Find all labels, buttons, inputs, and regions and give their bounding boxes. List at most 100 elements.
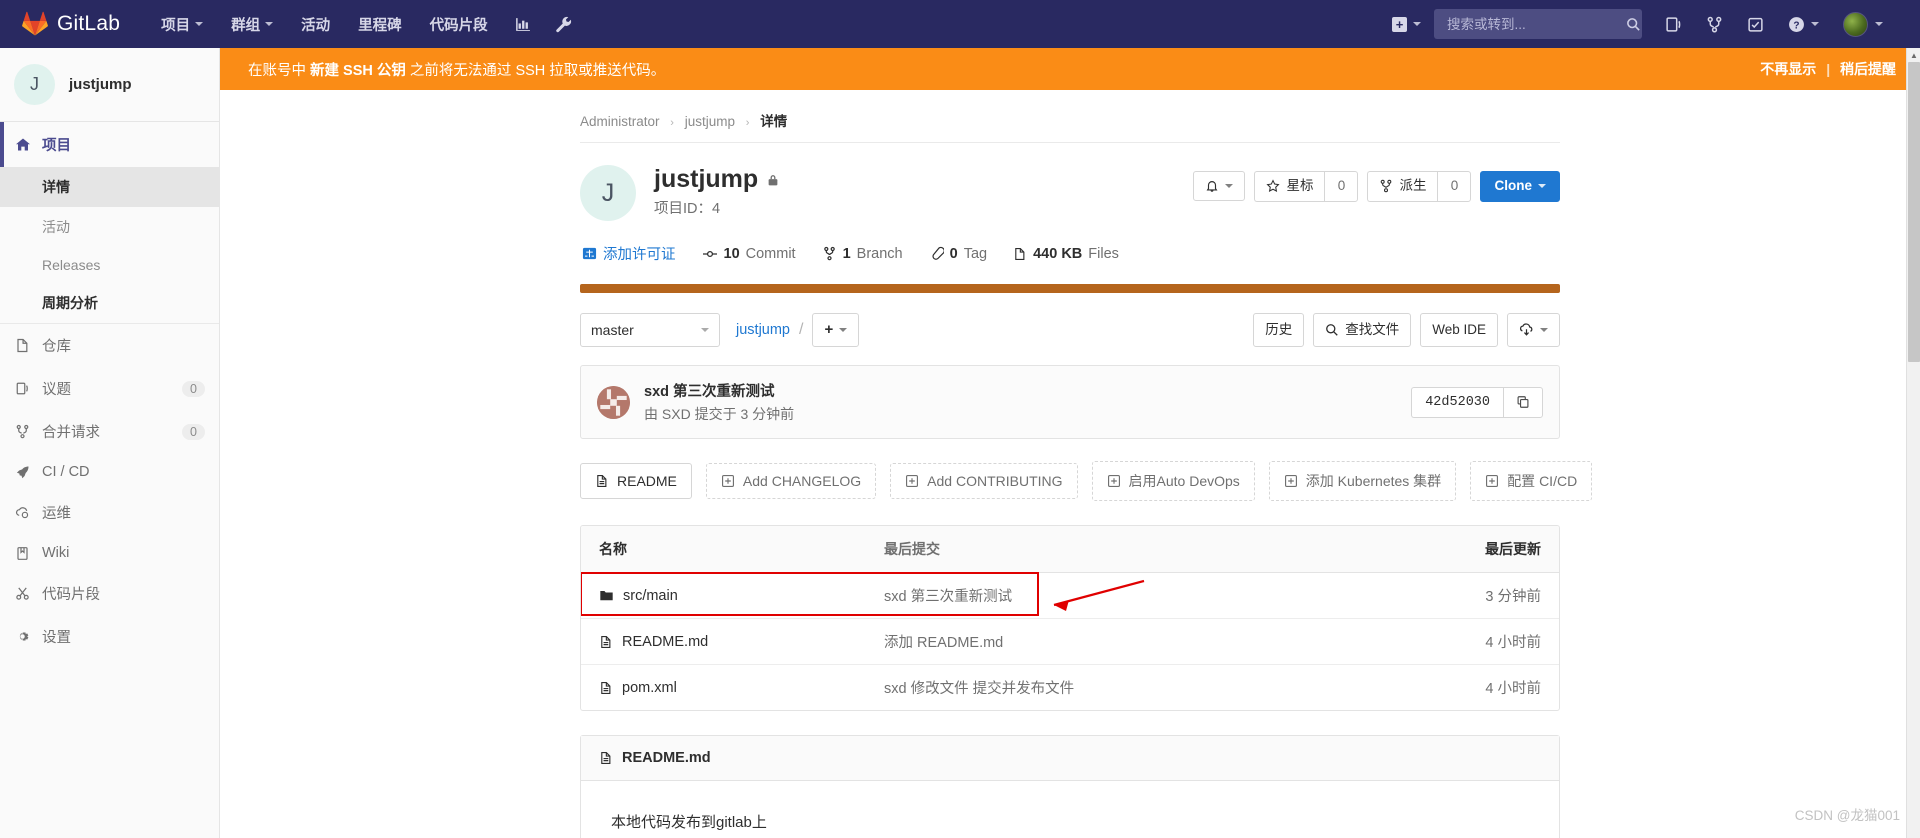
- sidebar-item-repository[interactable]: 仓库: [0, 324, 219, 367]
- commit-author-name[interactable]: sxd: [644, 384, 669, 400]
- find-file-button[interactable]: 查找文件: [1313, 313, 1412, 347]
- scrollbar-thumb[interactable]: [1908, 62, 1920, 362]
- sidebar-item-settings[interactable]: 设置: [0, 615, 219, 658]
- commit-message[interactable]: 修改文件 提交并发布文件: [911, 681, 1075, 697]
- sidebar-item-activity[interactable]: 活动: [0, 207, 219, 247]
- todos-icon[interactable]: [1736, 8, 1775, 41]
- fork-count[interactable]: 0: [1437, 171, 1472, 202]
- commit-author[interactable]: sxd: [884, 589, 907, 605]
- topnav-item-milestones[interactable]: 里程碑: [345, 6, 415, 43]
- file-name-link[interactable]: src/main: [623, 588, 678, 604]
- notification-dropdown-button[interactable]: [1193, 171, 1246, 202]
- readme-panel: README.md 本地代码发布到gitlab上: [580, 735, 1560, 838]
- setup-cicd-button[interactable]: 配置 CI/CD: [1470, 461, 1593, 501]
- sidebar-item-label: 项目: [42, 138, 71, 154]
- commit-message[interactable]: 第三次重新测试: [673, 384, 775, 400]
- file-name-link[interactable]: README.md: [622, 634, 708, 650]
- commit-cell[interactable]: sxd 第三次重新测试: [884, 585, 1436, 606]
- alert-remind-later-button[interactable]: 稍后提醒: [1840, 61, 1896, 77]
- alert-dismiss-button[interactable]: 不再显示: [1760, 61, 1816, 77]
- sidebar-item-project[interactable]: 项目: [0, 122, 219, 167]
- merge-requests-icon[interactable]: [1695, 8, 1734, 41]
- readme-title[interactable]: README.md: [622, 750, 711, 766]
- sidebar-project-header[interactable]: J justjump: [0, 48, 219, 122]
- sidebar-item-merge-requests[interactable]: 合并请求 0: [0, 410, 219, 453]
- commit-author[interactable]: sxd: [884, 681, 907, 697]
- branch-count-stat[interactable]: 1 Branch: [822, 246, 903, 262]
- commit-message[interactable]: 第三次重新测试: [911, 589, 1013, 605]
- add-changelog-button[interactable]: Add CHANGELOG: [705, 463, 877, 499]
- table-row[interactable]: pom.xml sxd 修改文件 提交并发布文件 4 小时前: [581, 665, 1559, 710]
- sidebar-item-snippets[interactable]: 代码片段: [0, 572, 219, 615]
- file-name-cell[interactable]: src/main: [599, 588, 884, 604]
- gitlab-logo-link[interactable]: GitLab: [22, 11, 120, 37]
- commit-cell[interactable]: sxd 修改文件 提交并发布文件: [884, 677, 1436, 698]
- files-size-stat[interactable]: 440 KB Files: [1013, 246, 1119, 262]
- plus-box-icon: [905, 474, 919, 488]
- star-count[interactable]: 0: [1324, 171, 1359, 202]
- file-name-link[interactable]: pom.xml: [622, 680, 677, 696]
- sidebar-item-wiki[interactable]: Wiki: [0, 534, 219, 572]
- issues-icon[interactable]: [1654, 8, 1693, 41]
- enable-auto-devops-button[interactable]: 启用Auto DevOps: [1091, 461, 1255, 501]
- sidebar-item-cycle-analytics[interactable]: 周期分析: [0, 283, 219, 323]
- wrench-icon[interactable]: [544, 8, 583, 41]
- search-icon[interactable]: [1626, 17, 1641, 32]
- clone-button[interactable]: Clone: [1480, 171, 1560, 202]
- breadcrumb-item-administrator[interactable]: Administrator: [580, 114, 660, 129]
- commit-title: sxd 第三次重新测试: [644, 380, 794, 401]
- add-kubernetes-cluster-button[interactable]: 添加 Kubernetes 集群: [1268, 461, 1457, 501]
- breadcrumb-item-justjump[interactable]: justjump: [685, 114, 735, 129]
- sidebar-item-cicd[interactable]: CI / CD: [0, 453, 219, 491]
- user-menu-button[interactable]: [1832, 4, 1894, 45]
- create-new-button[interactable]: +: [1381, 9, 1432, 40]
- add-contributing-button[interactable]: Add CONTRIBUTING: [890, 463, 1078, 499]
- add-license-link[interactable]: 添加许可证: [582, 243, 676, 264]
- breadcrumb-separator: ›: [745, 117, 750, 129]
- topnav-item-activity[interactable]: 活动: [288, 6, 343, 43]
- watermark: CSDN @龙猫001: [1794, 808, 1900, 823]
- file-name-cell[interactable]: pom.xml: [599, 680, 884, 696]
- sidebar-item-details[interactable]: 详情: [0, 167, 219, 207]
- gitlab-logo-icon: [22, 11, 48, 37]
- star-button[interactable]: 星标: [1254, 171, 1325, 202]
- page-scrollbar[interactable]: ▲: [1906, 48, 1920, 838]
- star-label: 星标: [1286, 178, 1314, 193]
- commit-cell[interactable]: 添加 README.md: [884, 631, 1436, 652]
- table-row[interactable]: README.md 添加 README.md 4 小时前: [581, 619, 1559, 665]
- search-input[interactable]: [1445, 15, 1626, 33]
- topnav-item-projects[interactable]: 项目: [148, 6, 216, 43]
- license-icon: [582, 246, 597, 261]
- fork-label: 派生: [1399, 178, 1427, 193]
- files-size-label: Files: [1088, 245, 1119, 262]
- commit-message[interactable]: 添加 README.md: [884, 635, 1003, 651]
- file-name-cell[interactable]: README.md: [599, 634, 884, 650]
- commit-count-stat[interactable]: 10 Commit: [702, 246, 796, 262]
- analytics-icon[interactable]: [503, 8, 542, 41]
- sidebar-item-issues[interactable]: 议题 0: [0, 367, 219, 410]
- tag-count-stat[interactable]: 0 Tag: [929, 246, 987, 262]
- table-row[interactable]: src/main sxd 第三次重新测试 3 分钟前: [581, 572, 1559, 619]
- alert-divider: |: [1826, 61, 1831, 77]
- history-button[interactable]: 历史: [1253, 313, 1305, 347]
- readme-button[interactable]: README: [580, 463, 692, 499]
- add-to-repo-button[interactable]: +: [812, 313, 860, 347]
- topnav-item-snippets[interactable]: 代码片段: [417, 6, 501, 43]
- sidebar-item-releases[interactable]: Releases: [0, 247, 219, 283]
- search-icon: [1325, 323, 1339, 337]
- help-icon[interactable]: ?: [1777, 8, 1830, 41]
- web-ide-button[interactable]: Web IDE: [1420, 313, 1498, 347]
- scroll-up-arrow-icon[interactable]: ▲: [1907, 48, 1920, 62]
- copy-sha-button[interactable]: [1503, 386, 1543, 418]
- search-box[interactable]: [1434, 9, 1642, 39]
- path-breadcrumb-root[interactable]: justjump: [736, 322, 790, 338]
- fork-button[interactable]: 派生: [1367, 171, 1438, 202]
- download-dropdown-button[interactable]: [1507, 313, 1560, 347]
- branch-selector[interactable]: master: [580, 313, 720, 347]
- sidebar-item-operations[interactable]: 运维: [0, 491, 219, 534]
- plus-box-icon: [1107, 474, 1121, 488]
- topnav-item-groups[interactable]: 群组: [218, 6, 286, 43]
- project-name: justjump: [654, 165, 759, 193]
- alert-link[interactable]: 新建 SSH 公钥: [310, 63, 406, 79]
- doc-icon: [599, 751, 613, 765]
